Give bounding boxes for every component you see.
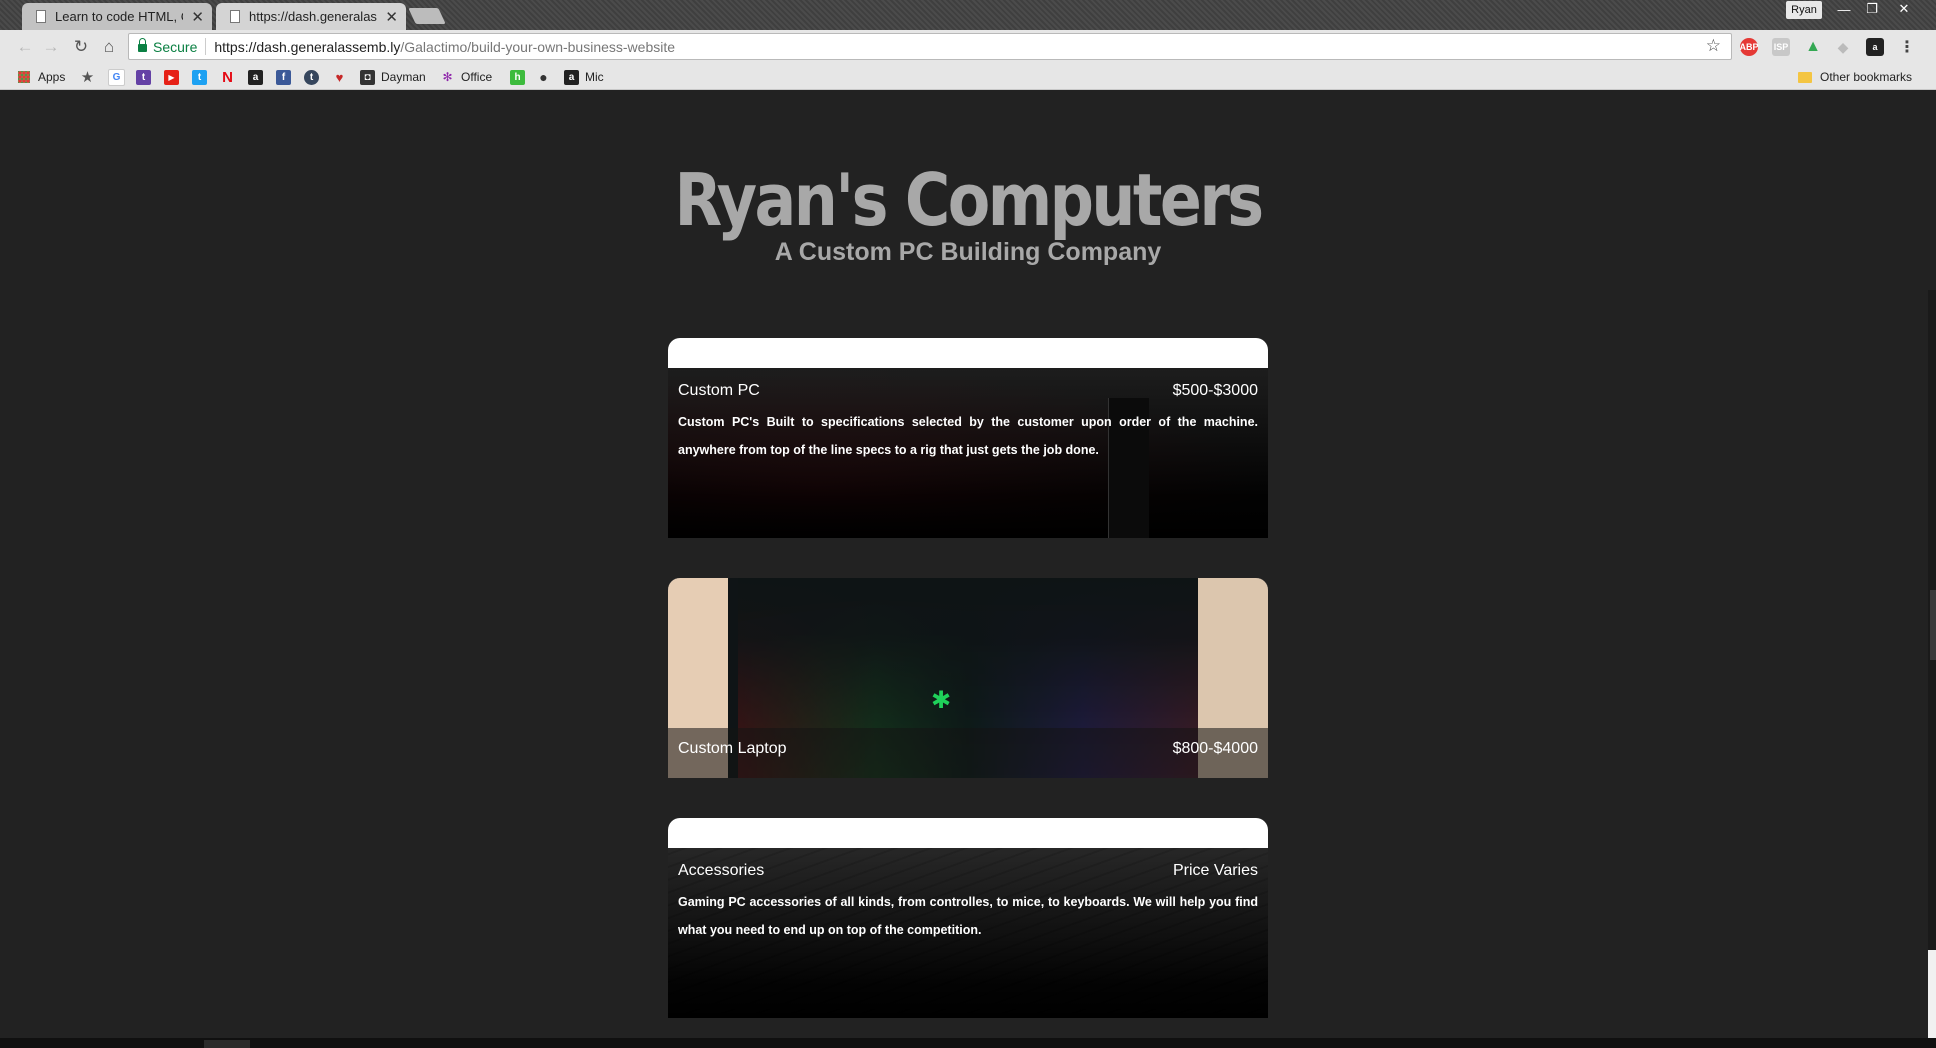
bookmark-dayman[interactable]: ◘ Dayman <box>360 68 426 86</box>
bookmark-netflix[interactable]: N <box>220 68 241 86</box>
bookmark-star-icon[interactable]: ☆ <box>1706 36 1721 56</box>
lips-icon: ♥ <box>335 69 344 85</box>
twitter-icon: t <box>192 69 207 85</box>
bookmark-lips[interactable]: ♥ <box>332 68 353 86</box>
url-host: https://dash.generalassemb.ly <box>214 38 401 55</box>
hulu-icon: h <box>510 69 525 85</box>
tab-label: https://dash.generalassembly <box>249 9 377 24</box>
isp-extension-icon[interactable]: ISP <box>1772 38 1790 56</box>
folder-icon <box>1798 71 1812 83</box>
back-button[interactable]: ← <box>14 36 36 58</box>
bookmark-hulu[interactable]: h <box>510 68 531 86</box>
youtube-icon: ▶ <box>164 69 179 85</box>
bookmark-apps[interactable]: Apps <box>18 68 65 86</box>
forward-button[interactable]: → <box>40 36 62 58</box>
bookmark-youtube[interactable]: ▶ <box>164 68 185 86</box>
bookmark-circle[interactable]: ● <box>536 68 557 86</box>
tab-close-icon[interactable]: ✕ <box>385 8 398 26</box>
bookmark-amazon[interactable]: a <box>248 68 269 86</box>
product-price: $500-$3000 <box>1172 382 1258 399</box>
product-card-custom-pc[interactable]: Custom PC $500-$3000 Custom PC's Built t… <box>668 338 1268 538</box>
bookmark-facebook[interactable]: f <box>276 68 297 86</box>
site-title: Ryan's Computers <box>674 158 1264 242</box>
google-icon: G <box>108 68 125 86</box>
tumblr-icon: t <box>304 69 319 85</box>
mic-icon: a <box>564 69 579 85</box>
bookmark-star[interactable]: ★ <box>80 68 101 86</box>
product-card-accessories[interactable]: Accessories Price Varies Gaming PC acces… <box>668 818 1268 1018</box>
card-header: Accessories Price Varies <box>678 862 1258 880</box>
facebook-icon: f <box>276 69 291 85</box>
product-price: $800-$4000 <box>1172 740 1258 757</box>
card-header: Custom Laptop $800-$4000 <box>678 740 1258 758</box>
scrollbar-track[interactable] <box>1928 90 1936 290</box>
bookmark-twitch[interactable]: t <box>136 68 157 86</box>
product-description: Custom PC's Built to specifications sele… <box>678 415 1258 457</box>
product-name: Accessories <box>678 862 765 879</box>
close-window-button[interactable]: ✕ <box>1890 0 1918 18</box>
bookmark-office[interactable]: ✻ Office <box>440 68 492 86</box>
star-icon: ★ <box>80 69 95 86</box>
bookmark-mic[interactable]: a Mic <box>564 68 604 86</box>
bookmark-tumblr[interactable]: t <box>304 68 325 86</box>
product-description: Gaming PC accessories of all kinds, from… <box>678 895 1258 937</box>
new-tab-button[interactable] <box>408 8 446 24</box>
browser-toolbar: ← → ↻ ⌂ Secure https://dash.generalassem… <box>0 30 1936 64</box>
drive-extension-icon[interactable]: ▲ <box>1804 38 1822 56</box>
amazon-icon: a <box>248 69 263 85</box>
chrome-menu-icon[interactable]: ⋮ <box>1898 38 1916 56</box>
os-taskbar <box>0 1038 1936 1048</box>
bookmarks-bar: Apps ★ G t ▶ t N a f t ♥ ◘ Dayman ✻ Offi… <box>0 64 1936 90</box>
scrollbar-grip[interactable] <box>1930 590 1936 660</box>
other-bookmarks[interactable]: Other bookmarks <box>1798 68 1912 86</box>
bookmark-google[interactable]: G <box>108 68 131 86</box>
minimize-button[interactable]: — <box>1830 0 1858 18</box>
window-titlebar: Learn to code HTML, CSS ✕ https://dash.g… <box>0 0 1936 30</box>
profile-button[interactable]: Ryan <box>1786 1 1822 19</box>
extension-icon[interactable]: ◆ <box>1834 38 1852 56</box>
product-card-custom-laptop[interactable]: ✱ Custom Laptop $800-$4000 <box>668 578 1268 778</box>
omnibox-separator <box>205 38 207 55</box>
razer-logo-icon: ✱ <box>930 687 952 714</box>
page-icon <box>36 10 46 23</box>
address-bar[interactable]: Secure https://dash.generalassemb.ly/Gal… <box>128 33 1732 60</box>
twitch-icon: t <box>136 69 151 85</box>
apps-grid-icon <box>18 71 30 83</box>
page-viewport: Ryan's Computers A Custom PC Building Co… <box>8 90 1928 1038</box>
maximize-button[interactable]: ❐ <box>1858 0 1886 18</box>
bookmark-twitter[interactable]: t <box>192 68 213 86</box>
card-header: Custom PC $500-$3000 <box>678 382 1258 400</box>
taskbar-item[interactable] <box>204 1040 250 1048</box>
lock-icon <box>138 38 147 52</box>
site-subtitle: A Custom PC Building Company <box>774 238 1162 266</box>
amazon-extension-icon[interactable]: a <box>1866 38 1884 56</box>
tab-close-icon[interactable]: ✕ <box>191 8 204 26</box>
dayman-icon: ◘ <box>360 69 375 85</box>
product-name: Custom PC <box>678 382 760 399</box>
tab-general-assembly[interactable]: https://dash.generalassembly ✕ <box>216 3 406 30</box>
secure-label[interactable]: Secure <box>153 39 197 55</box>
page-icon <box>230 10 240 23</box>
nbc-icon: ✻ <box>442 70 453 84</box>
product-name: Custom Laptop <box>678 740 787 757</box>
url-path: /Galactimo/build-your-own-business-websi… <box>400 38 676 55</box>
tab-learn-to-code[interactable]: Learn to code HTML, CSS ✕ <box>22 3 212 30</box>
product-price: Price Varies <box>1172 862 1258 879</box>
home-button[interactable]: ⌂ <box>98 36 120 58</box>
adblock-extension-icon[interactable]: ABP <box>1740 38 1759 56</box>
circle-icon: ● <box>539 69 548 85</box>
tab-label: Learn to code HTML, CSS <box>55 9 183 24</box>
netflix-icon: N <box>222 68 233 86</box>
reload-button[interactable]: ↻ <box>70 36 92 58</box>
